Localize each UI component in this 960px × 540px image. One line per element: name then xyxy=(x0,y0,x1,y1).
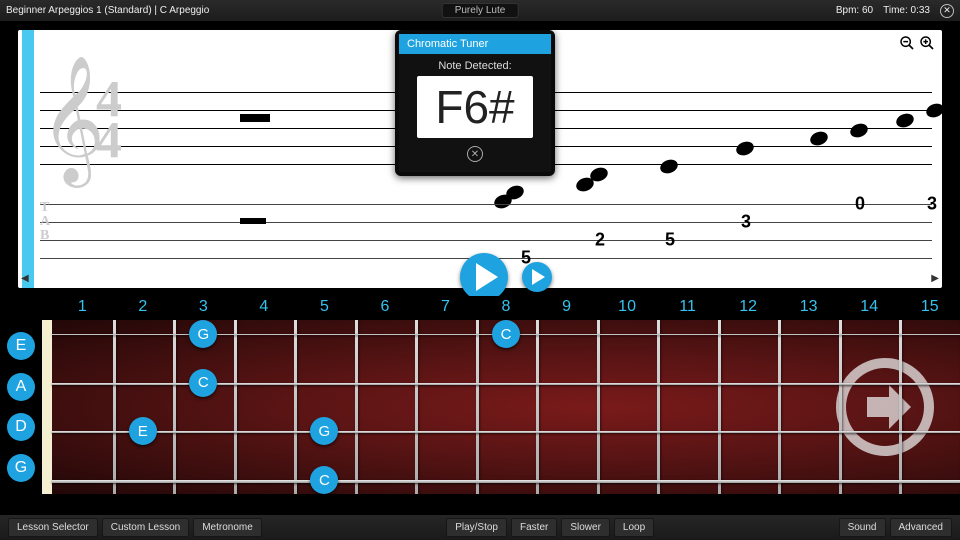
fretboard-note[interactable]: E xyxy=(129,417,157,445)
fretboard-note[interactable]: G xyxy=(310,417,338,445)
fret-wire xyxy=(839,320,842,494)
bpm-label: Bpm: 60 xyxy=(836,5,873,16)
fret-number: 8 xyxy=(502,298,511,316)
open-string-note[interactable]: E xyxy=(7,332,35,360)
footer-button-sound[interactable]: Sound xyxy=(839,518,886,537)
footer-button-faster[interactable]: Faster xyxy=(511,518,557,537)
tab-letter: B xyxy=(40,230,49,243)
fretboard-note[interactable]: C xyxy=(492,320,520,348)
note xyxy=(658,157,679,175)
fret-wire xyxy=(355,320,358,494)
top-bar: Beginner Arpeggios 1 (Standard) | C Arpe… xyxy=(0,0,960,22)
footer-button-slower[interactable]: Slower xyxy=(561,518,610,537)
advance-icon[interactable] xyxy=(835,357,935,457)
play-button[interactable] xyxy=(460,253,508,301)
fret-wire xyxy=(113,320,116,494)
playhead-marker xyxy=(22,30,34,288)
tuner-title: Chromatic Tuner xyxy=(399,34,551,54)
tuner-panel[interactable]: Chromatic Tuner Note Detected: F6# ✕ xyxy=(395,30,555,176)
note xyxy=(734,139,755,157)
fret-number: 1 xyxy=(78,298,87,316)
tuner-detected-note: F6# xyxy=(417,76,533,138)
fret-wire xyxy=(536,320,539,494)
fretboard-note[interactable]: C xyxy=(310,466,338,494)
fret-number: 15 xyxy=(921,298,939,316)
notation-area: 𝄞 4 4 xyxy=(0,22,960,296)
scroll-left-icon[interactable]: ◀ xyxy=(21,273,29,284)
fret-wire xyxy=(778,320,781,494)
time-label: Time: 0:33 xyxy=(883,5,930,16)
fret-number: 14 xyxy=(860,298,878,316)
open-string-note[interactable]: A xyxy=(7,373,35,401)
footer-button-custom-lesson[interactable]: Custom Lesson xyxy=(102,518,189,537)
zoom-out-icon[interactable] xyxy=(898,34,916,52)
note xyxy=(894,111,915,129)
fret-wire xyxy=(657,320,660,494)
bottom-toolbar: Lesson SelectorCustom LessonMetronome Pl… xyxy=(0,514,960,540)
close-icon[interactable]: ✕ xyxy=(940,4,954,18)
fret-number: 2 xyxy=(138,298,147,316)
string xyxy=(52,431,960,433)
tab-staff: T A B 525303 xyxy=(40,204,932,258)
scroll-right-icon[interactable]: ▶ xyxy=(931,273,939,284)
tuner-subtitle: Note Detected: xyxy=(399,60,551,72)
time-signature: 4 4 xyxy=(96,80,122,161)
tab-number: 2 xyxy=(595,230,605,251)
fret-wire xyxy=(899,320,902,494)
fret-number: 12 xyxy=(739,298,757,316)
tab-rest xyxy=(240,218,266,224)
play-slow-button[interactable] xyxy=(522,262,552,292)
fret-number: 13 xyxy=(800,298,818,316)
footer-button-loop[interactable]: Loop xyxy=(614,518,654,537)
fretboard-note[interactable]: G xyxy=(189,320,217,348)
open-string-note[interactable]: D xyxy=(7,413,35,441)
fret-number: 9 xyxy=(562,298,571,316)
note xyxy=(848,121,869,139)
breadcrumb: Beginner Arpeggios 1 (Standard) | C Arpe… xyxy=(6,5,209,16)
note xyxy=(808,129,829,147)
footer-button-play-stop[interactable]: Play/Stop xyxy=(446,518,507,537)
tuner-close-icon[interactable]: ✕ xyxy=(467,146,483,162)
fret-number: 6 xyxy=(380,298,389,316)
fretboard[interactable]: EADG GCCEGC xyxy=(0,320,960,494)
fret-number: 11 xyxy=(679,298,696,316)
footer-button-advanced[interactable]: Advanced xyxy=(890,518,952,537)
tab-letter: T xyxy=(40,202,49,215)
fret-wire xyxy=(294,320,297,494)
tab-number: 3 xyxy=(741,212,751,233)
fret-wire xyxy=(476,320,479,494)
fret-number: 7 xyxy=(441,298,450,316)
fret-wire xyxy=(415,320,418,494)
footer-button-lesson-selector[interactable]: Lesson Selector xyxy=(8,518,98,537)
zoom-in-icon[interactable] xyxy=(918,34,936,52)
tab-letter: A xyxy=(40,216,50,229)
open-string-note[interactable]: G xyxy=(7,454,35,482)
string xyxy=(52,480,960,483)
fret-wire xyxy=(597,320,600,494)
fretboard-note[interactable]: C xyxy=(189,369,217,397)
note xyxy=(924,101,942,119)
footer-button-metronome[interactable]: Metronome xyxy=(193,518,262,537)
fret-wire xyxy=(234,320,237,494)
tab-number: 0 xyxy=(855,194,865,215)
tab-number: 3 xyxy=(927,194,937,215)
fret-number: 4 xyxy=(259,298,268,316)
rest-marker xyxy=(240,114,270,122)
tab-number: 5 xyxy=(665,230,675,251)
fret-number-row: 123456789101112131415 xyxy=(0,296,960,320)
fret-number: 3 xyxy=(199,298,208,316)
fret-number: 10 xyxy=(618,298,636,316)
nut xyxy=(42,320,52,494)
string xyxy=(52,383,960,385)
brand-pill: Purely Lute xyxy=(442,3,519,18)
fret-wire xyxy=(718,320,721,494)
fret-wire xyxy=(173,320,176,494)
fret-number: 5 xyxy=(320,298,329,316)
